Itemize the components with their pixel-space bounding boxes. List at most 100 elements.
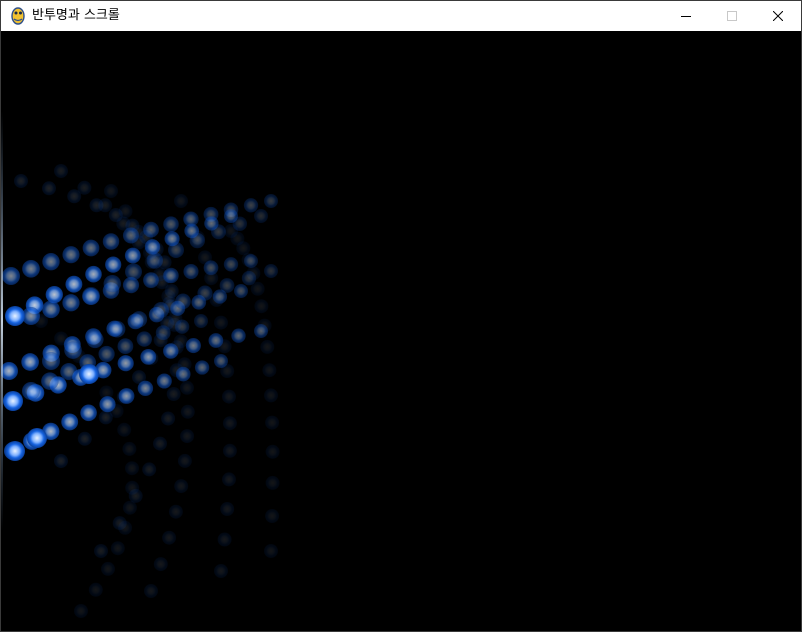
light-streak bbox=[1, 111, 3, 531]
bead bbox=[42, 253, 60, 271]
bead bbox=[264, 388, 278, 403]
bead bbox=[98, 345, 115, 363]
bead bbox=[42, 181, 56, 196]
bead bbox=[74, 604, 88, 618]
bead bbox=[144, 239, 161, 255]
bead bbox=[60, 363, 78, 381]
bead bbox=[260, 339, 275, 354]
bead bbox=[2, 267, 20, 285]
bead bbox=[110, 541, 125, 556]
minimize-button[interactable] bbox=[663, 1, 709, 31]
bead bbox=[79, 364, 99, 384]
close-button[interactable] bbox=[755, 1, 801, 31]
bead bbox=[85, 265, 102, 283]
bead bbox=[194, 360, 210, 375]
bead bbox=[117, 338, 134, 355]
bead bbox=[144, 584, 158, 598]
bead bbox=[161, 289, 176, 304]
game-canvas[interactable] bbox=[1, 31, 801, 631]
bead bbox=[155, 325, 171, 341]
maximize-button[interactable] bbox=[709, 1, 755, 31]
bead bbox=[86, 330, 104, 349]
bead bbox=[163, 267, 179, 284]
bead bbox=[264, 194, 278, 208]
bead bbox=[222, 416, 237, 431]
bead bbox=[163, 216, 179, 232]
python-snake-icon bbox=[11, 7, 25, 25]
bead bbox=[217, 532, 232, 547]
bead bbox=[177, 453, 192, 468]
bead bbox=[264, 544, 278, 558]
bead bbox=[168, 504, 183, 519]
bead bbox=[161, 411, 176, 426]
bead bbox=[220, 502, 235, 516]
bead bbox=[27, 428, 47, 448]
bead bbox=[241, 270, 257, 286]
bead bbox=[174, 194, 188, 208]
bead bbox=[136, 331, 152, 347]
bead bbox=[108, 320, 126, 338]
bead bbox=[41, 372, 59, 390]
bead bbox=[180, 404, 195, 419]
bead bbox=[265, 444, 280, 459]
bead bbox=[208, 333, 224, 348]
bead bbox=[45, 285, 63, 304]
bead bbox=[197, 285, 213, 301]
bead bbox=[102, 233, 120, 250]
maximize-icon bbox=[727, 11, 737, 21]
bead bbox=[118, 204, 133, 219]
bead bbox=[105, 256, 122, 273]
bead bbox=[3, 391, 23, 411]
bead bbox=[54, 164, 68, 178]
bead bbox=[174, 319, 190, 334]
bead bbox=[223, 257, 239, 272]
bead bbox=[125, 480, 140, 495]
bead bbox=[125, 461, 139, 476]
bead bbox=[185, 338, 201, 354]
bead bbox=[219, 278, 235, 293]
bead bbox=[203, 260, 219, 276]
bead bbox=[62, 294, 80, 312]
bead bbox=[243, 198, 259, 213]
bead bbox=[42, 352, 60, 370]
bead bbox=[101, 561, 115, 576]
bead bbox=[153, 557, 168, 572]
bead bbox=[254, 299, 269, 314]
minimize-icon bbox=[681, 16, 691, 17]
bead bbox=[211, 224, 226, 240]
bead bbox=[103, 274, 122, 293]
bead bbox=[254, 209, 268, 223]
bead bbox=[5, 441, 25, 461]
bead bbox=[98, 198, 113, 213]
bead bbox=[265, 509, 280, 523]
window-title: 반투명과 스크롤 bbox=[32, 8, 120, 23]
bead bbox=[146, 252, 164, 269]
close-icon bbox=[773, 11, 783, 21]
bead bbox=[143, 221, 159, 238]
bead bbox=[94, 544, 108, 558]
bead bbox=[118, 520, 133, 535]
bead bbox=[244, 254, 258, 268]
bead bbox=[122, 441, 137, 456]
bead bbox=[117, 422, 132, 437]
bead bbox=[153, 302, 169, 318]
bead bbox=[122, 500, 137, 515]
bead bbox=[142, 462, 157, 477]
bead bbox=[143, 272, 159, 289]
bead bbox=[232, 216, 248, 231]
bead bbox=[124, 247, 141, 264]
bead bbox=[262, 363, 277, 378]
bead bbox=[42, 300, 60, 319]
bead bbox=[62, 246, 80, 264]
title-bar[interactable]: 반투명과 스크롤 bbox=[1, 1, 801, 31]
bead bbox=[166, 387, 181, 401]
bead bbox=[5, 306, 25, 326]
bead bbox=[22, 259, 40, 278]
bead bbox=[117, 355, 134, 372]
bead bbox=[99, 396, 116, 413]
bead bbox=[82, 239, 100, 257]
bead bbox=[156, 373, 172, 389]
bead bbox=[80, 404, 97, 422]
bead bbox=[254, 324, 268, 338]
bead bbox=[222, 389, 236, 404]
